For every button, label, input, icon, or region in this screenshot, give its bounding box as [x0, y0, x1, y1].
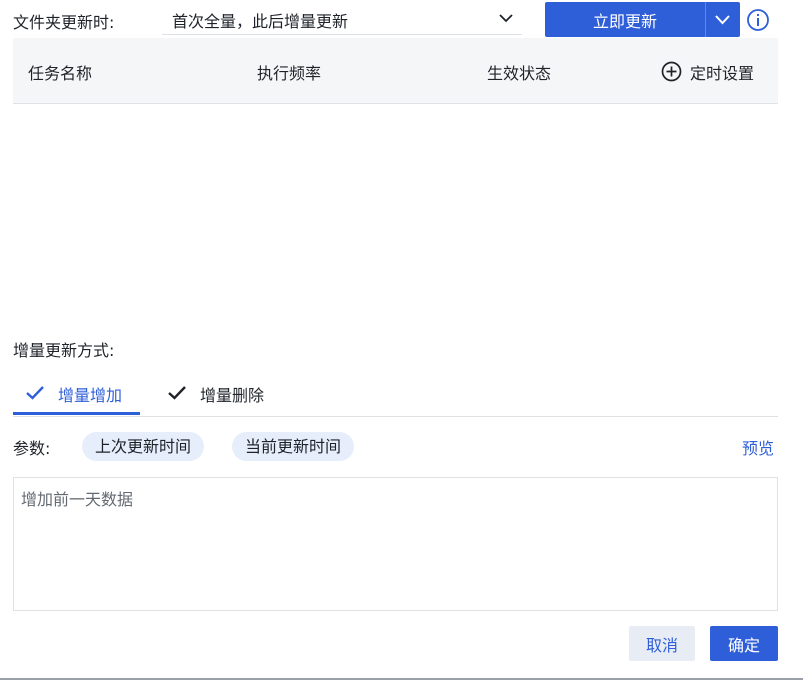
param-chip-current-update-time[interactable]: 当前更新时间 [232, 432, 355, 461]
tab-incremental-add[interactable]: 增量增加 [25, 380, 140, 416]
tabs-divider [13, 416, 778, 417]
incremental-rule-textarea[interactable]: 增加前一天数据 [13, 477, 778, 611]
folder-update-label: 文件夹更新时: [13, 13, 115, 32]
update-now-button[interactable]: 立即更新 [545, 2, 705, 37]
chevron-down-icon [499, 14, 513, 23]
chevron-down-icon [715, 15, 730, 25]
plus-circle-icon [661, 61, 682, 82]
check-icon [168, 386, 186, 400]
update-options-dropdown-button[interactable] [705, 2, 740, 37]
column-frequency: 执行频率 [257, 64, 322, 83]
column-task-name: 任务名称 [28, 64, 93, 83]
confirm-button[interactable]: 确定 [710, 626, 778, 661]
active-tab-indicator [13, 412, 140, 415]
task-table-body [13, 104, 778, 324]
tab-incremental-delete[interactable]: 增量删除 [167, 380, 282, 416]
timer-settings-label: 定时设置 [690, 64, 755, 83]
update-mode-select[interactable]: 首次全量，此后增量更新 [162, 2, 522, 35]
preview-link[interactable]: 预览 [742, 435, 774, 459]
tab-incremental-add-label: 增量增加 [58, 386, 123, 405]
params-label: 参数: [13, 439, 51, 458]
incremental-mode-label: 增量更新方式: [13, 341, 115, 360]
param-chip-last-update-time[interactable]: 上次更新时间 [82, 432, 205, 461]
task-table-header: 任务名称 执行频率 生效状态 定时设置 [13, 38, 778, 104]
tab-incremental-delete-label: 增量删除 [200, 386, 265, 405]
cancel-button[interactable]: 取消 [629, 626, 695, 661]
column-status: 生效状态 [487, 64, 552, 83]
update-mode-value: 首次全量，此后增量更新 [172, 12, 349, 31]
info-icon[interactable] [746, 8, 770, 32]
check-icon [26, 386, 44, 400]
